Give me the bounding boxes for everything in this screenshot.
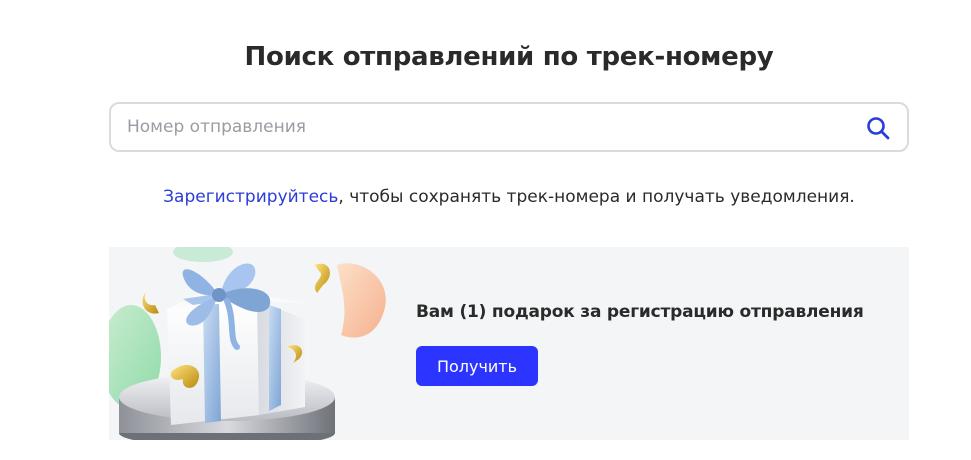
promo-text: Вам (1) подарок за регистрацию отправлен… [416, 302, 864, 322]
get-gift-button[interactable]: Получить [416, 346, 538, 386]
gift-box-illustration [109, 247, 386, 440]
search-icon[interactable] [865, 115, 891, 141]
register-link[interactable]: Зарегистрируйтесь [163, 187, 338, 207]
gift-promo-banner: Вам (1) подарок за регистрацию отправлен… [109, 247, 909, 440]
search-box [109, 102, 909, 152]
search-input[interactable] [127, 104, 847, 150]
register-prompt-text: , чтобы сохранять трек-номера и получать… [338, 187, 855, 207]
register-prompt: Зарегистрируйтесь, чтобы сохранять трек-… [0, 187, 971, 207]
page-title: Поиск отправлений по трек-номеру [244, 42, 774, 72]
